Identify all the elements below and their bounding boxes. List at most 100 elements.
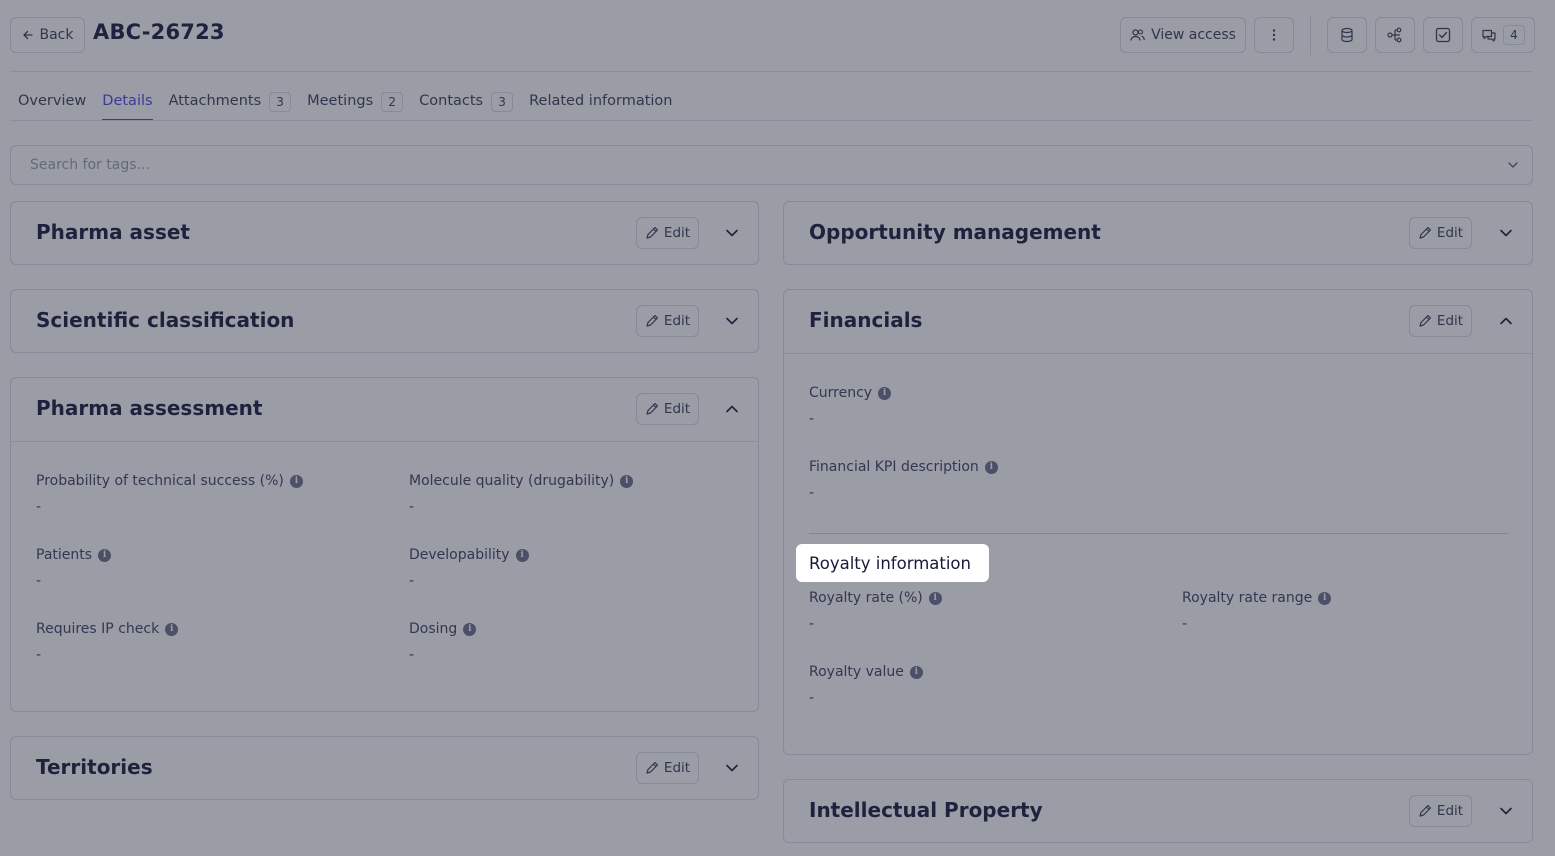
tab-overview[interactable]: Overview bbox=[18, 88, 86, 121]
edit-button[interactable]: Edit bbox=[1409, 795, 1472, 827]
card-divider bbox=[11, 441, 758, 442]
chevron-down-icon bbox=[726, 229, 738, 237]
field-label-text: Royalty rate range bbox=[1182, 590, 1313, 606]
back-label: Back bbox=[39, 27, 74, 43]
pencil-icon bbox=[646, 761, 659, 774]
expand-toggle[interactable] bbox=[723, 312, 741, 330]
info-icon[interactable]: i bbox=[620, 474, 634, 488]
field-value: - bbox=[809, 485, 815, 501]
card-title: Financials bbox=[809, 308, 923, 332]
field-value: - bbox=[1182, 616, 1188, 632]
info-icon[interactable]: i bbox=[98, 548, 112, 562]
info-icon[interactable]: i bbox=[878, 386, 892, 400]
edit-button[interactable]: Edit bbox=[1409, 217, 1472, 249]
card-title: Opportunity management bbox=[809, 220, 1101, 244]
card-header[interactable]: Pharma asset Edit bbox=[11, 202, 758, 264]
expand-toggle[interactable] bbox=[1497, 802, 1515, 820]
expand-toggle[interactable] bbox=[723, 224, 741, 242]
tab-meetings[interactable]: Meetings 2 bbox=[307, 88, 404, 121]
card-header[interactable]: Territories Edit bbox=[11, 737, 758, 799]
chevron-down-icon[interactable] bbox=[1506, 158, 1520, 172]
edit-button[interactable]: Edit bbox=[636, 305, 699, 337]
pencil-icon bbox=[646, 402, 659, 415]
card-title: Pharma asset bbox=[36, 220, 190, 244]
chevron-down-icon bbox=[1500, 229, 1512, 237]
field-label: Patients i bbox=[36, 547, 112, 563]
tab-attachments[interactable]: Attachments 3 bbox=[169, 88, 292, 121]
chevron-up-icon bbox=[1500, 317, 1512, 325]
info-icon[interactable]: i bbox=[165, 622, 179, 636]
view-access-button[interactable]: View access bbox=[1120, 17, 1246, 53]
tabs-divider bbox=[10, 120, 1533, 121]
tab-details[interactable]: Details bbox=[102, 88, 153, 121]
page-title: ABC-26723 bbox=[93, 20, 225, 44]
edit-button[interactable]: Edit bbox=[636, 752, 699, 784]
database-button[interactable] bbox=[1327, 17, 1367, 53]
field-patients: Patients i - bbox=[36, 547, 112, 589]
edit-button[interactable]: Edit bbox=[1409, 305, 1472, 337]
header-separator bbox=[1310, 15, 1311, 55]
field-financial-kpi-description: Financial KPI description i - bbox=[809, 459, 998, 501]
tab-label: Details bbox=[102, 93, 153, 109]
pencil-icon bbox=[646, 226, 659, 239]
database-icon bbox=[1341, 27, 1353, 43]
card-title: Scientific classification bbox=[36, 308, 295, 332]
checkbox-icon bbox=[1435, 27, 1451, 43]
section-divider bbox=[809, 533, 1508, 534]
opportunity-management-card: Opportunity management Edit bbox=[783, 201, 1533, 265]
card-header[interactable]: Pharma assessment Edit bbox=[11, 378, 758, 441]
field-value: - bbox=[409, 647, 415, 663]
info-icon[interactable]: i bbox=[984, 460, 998, 474]
pencil-icon bbox=[1419, 804, 1432, 817]
expand-toggle[interactable] bbox=[1497, 224, 1515, 242]
info-icon[interactable]: i bbox=[515, 548, 529, 562]
tab-label: Overview bbox=[18, 93, 87, 109]
edit-button[interactable]: Edit bbox=[636, 393, 699, 425]
card-divider bbox=[784, 353, 1532, 354]
field-value: - bbox=[409, 499, 415, 515]
comments-button[interactable]: 4 bbox=[1471, 17, 1535, 53]
tasks-button[interactable] bbox=[1423, 17, 1463, 53]
field-label-text: Probability of technical success (%) bbox=[36, 473, 284, 489]
graph-button[interactable] bbox=[1375, 17, 1415, 53]
info-icon[interactable]: i bbox=[909, 665, 923, 679]
info-icon[interactable]: i bbox=[1318, 591, 1332, 605]
back-button[interactable]: Back bbox=[10, 17, 85, 53]
tab-contacts[interactable]: Contacts 3 bbox=[419, 88, 514, 121]
tab-related-information[interactable]: Related information bbox=[529, 88, 672, 121]
field-developability: Developability i - bbox=[409, 547, 529, 589]
field-label: Dosing i bbox=[409, 621, 477, 637]
card-header[interactable]: Scientific classification Edit bbox=[11, 290, 758, 352]
record-page: Back ABC-26723 View access 4 Overview De… bbox=[0, 0, 1555, 856]
tab-bar: Overview Details Attachments 3 Meetings 2 … bbox=[18, 88, 672, 121]
view-access-label: View access bbox=[1151, 27, 1236, 43]
card-title: Intellectual Property bbox=[809, 798, 1043, 822]
field-label-text: Dosing bbox=[409, 621, 458, 637]
collapse-toggle[interactable] bbox=[723, 400, 741, 418]
collapse-toggle[interactable] bbox=[1497, 312, 1515, 330]
edit-label: Edit bbox=[1436, 313, 1464, 329]
card-header[interactable]: Intellectual Property Edit bbox=[784, 780, 1532, 842]
tab-label: Meetings bbox=[307, 93, 374, 109]
field-label: Developability i bbox=[409, 547, 529, 563]
info-icon[interactable]: i bbox=[463, 622, 477, 636]
card-header[interactable]: Opportunity management Edit bbox=[784, 202, 1532, 264]
more-actions-button[interactable] bbox=[1254, 17, 1294, 53]
tab-label: Attachments bbox=[168, 93, 262, 109]
card-title: Pharma assessment bbox=[36, 396, 263, 420]
card-header[interactable]: Financials Edit bbox=[784, 290, 1532, 353]
chevron-up-icon bbox=[726, 405, 738, 413]
field-value: - bbox=[809, 411, 815, 427]
edit-button[interactable]: Edit bbox=[636, 217, 699, 249]
card-title: Territories bbox=[36, 755, 153, 779]
field-royalty-value: Royalty value i - bbox=[809, 664, 923, 706]
tag-search-field[interactable] bbox=[10, 145, 1533, 185]
field-value: - bbox=[36, 499, 42, 515]
info-icon[interactable]: i bbox=[289, 474, 303, 488]
tag-search-input[interactable] bbox=[30, 157, 1470, 173]
expand-toggle[interactable] bbox=[723, 759, 741, 777]
comments-count: 4 bbox=[1503, 25, 1525, 45]
info-icon[interactable]: i bbox=[928, 591, 942, 605]
field-label-text: Royalty value bbox=[809, 664, 904, 680]
field-probability-of-technical-success: Probability of technical success (%) i - bbox=[36, 473, 303, 515]
